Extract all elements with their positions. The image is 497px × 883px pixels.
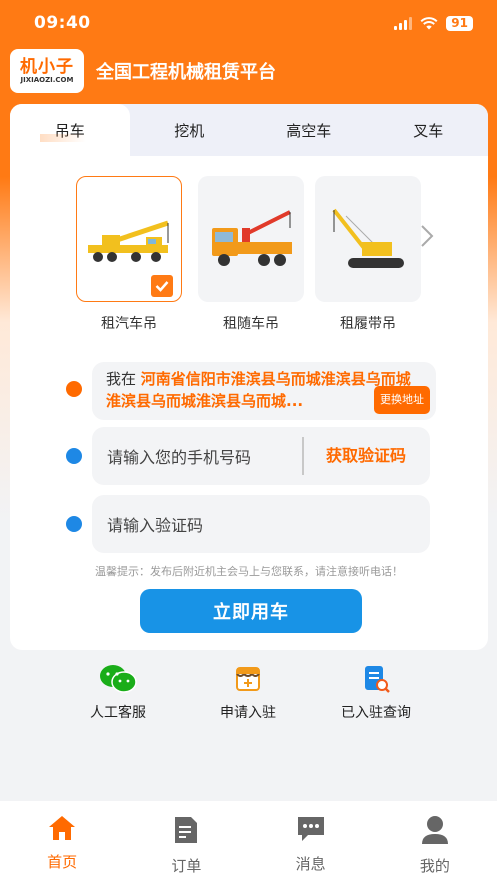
tab-excavator[interactable]: 挖机 [130, 104, 250, 156]
logo-text: 机小子 [20, 56, 74, 77]
address-text: 河南省信阳市淮滨县乌而城淮滨县乌而城淮滨县乌而城淮滨县乌而城... [106, 370, 411, 410]
profile-icon [421, 816, 448, 844]
apply-join-button[interactable]: 申请入驻 [188, 662, 308, 722]
tab-aerial-platform[interactable]: 高空车 [249, 104, 369, 156]
shortcut-label: 人工客服 [90, 705, 146, 721]
battery-indicator: 91 [446, 15, 473, 31]
address-display[interactable]: 我在 河南省信阳市淮滨县乌而城淮滨县乌而城淮滨县乌而城淮滨县乌而城... 更换地… [92, 362, 436, 420]
bottom-tab-bar: 首页 订单 消息 我的 [0, 801, 497, 883]
truck-crane-icon [88, 220, 169, 262]
rental-card: 吊车 挖机 高空车 叉车 租汽车吊 租随车吊 租履带吊 我在 河南省信阳市淮滨县… [10, 104, 488, 650]
phone-dot-icon [66, 448, 82, 464]
tabbar-messages[interactable]: 消息 [249, 801, 373, 883]
submit-button[interactable]: 立即用车 [140, 589, 362, 633]
machine-image [315, 176, 421, 302]
customer-service-button[interactable]: 人工客服 [58, 662, 178, 722]
logo-domain: JIXIAOZI.COM [20, 75, 74, 84]
location-dot-icon [66, 381, 82, 397]
machine-image [198, 176, 304, 302]
tab-label: 吊车 [54, 121, 85, 140]
home-icon [49, 816, 76, 840]
crawler-crane-icon [332, 208, 404, 268]
joined-query-button[interactable]: 已入驻查询 [316, 662, 436, 722]
status-time: 09:40 [34, 13, 91, 33]
address-prefix: 我在 [106, 370, 137, 388]
tabbar-label: 订单 [171, 857, 202, 875]
app-header: 机小子 JIXIAOZI.COM 全国工程机械租赁平台 [10, 48, 276, 94]
machine-image [76, 176, 182, 302]
tabbar-label: 首页 [47, 853, 78, 871]
tabbar-profile[interactable]: 我的 [373, 801, 497, 883]
tabbar-label: 消息 [295, 855, 326, 873]
code-dot-icon [66, 516, 82, 532]
code-row: 请输入验证码 [10, 495, 488, 553]
machine-type-truck-mounted-crane[interactable]: 租随车吊 [198, 176, 304, 333]
wifi-icon [420, 16, 438, 29]
tab-label: 挖机 [174, 121, 205, 140]
order-icon [175, 817, 198, 843]
status-indicators: 91 [394, 15, 473, 31]
page-title: 全国工程机械租赁平台 [96, 62, 276, 83]
query-icon [316, 662, 436, 696]
tabbar-home[interactable]: 首页 [0, 801, 124, 883]
tabbar-orders[interactable]: 订单 [124, 801, 248, 883]
tabbar-label: 我的 [419, 857, 450, 875]
address-row: 我在 河南省信阳市淮滨县乌而城淮滨县乌而城淮滨县乌而城淮滨县乌而城... 更换地… [10, 362, 488, 420]
machine-type-label: 租汽车吊 [101, 316, 157, 332]
tab-label: 叉车 [413, 121, 444, 140]
field-divider [302, 437, 304, 475]
phone-row: 请输入您的手机号码 获取验证码 [10, 427, 488, 485]
status-bar: 09:40 91 [0, 0, 497, 46]
machine-type-truck-crane[interactable]: 租汽车吊 [76, 176, 182, 333]
app-logo: 机小子 JIXIAOZI.COM [10, 49, 84, 93]
warm-tip: 温馨提示：发布后附近机主会马上与您联系，请注意接听电话！ [95, 565, 403, 578]
message-icon [297, 817, 324, 841]
wechat-icon [58, 662, 178, 696]
signal-icon [394, 16, 413, 30]
shortcut-label: 已入驻查询 [341, 705, 411, 721]
shop-icon [188, 662, 308, 696]
machine-type-list: 租汽车吊 租随车吊 租履带吊 [10, 176, 488, 336]
machine-type-crawler-crane[interactable]: 租履带吊 [315, 176, 421, 333]
get-code-button[interactable]: 获取验证码 [326, 427, 406, 485]
shortcut-label: 申请入驻 [220, 705, 276, 721]
category-tabs: 吊车 挖机 高空车 叉车 [10, 104, 488, 156]
code-input[interactable]: 请输入验证码 [92, 495, 430, 553]
chevron-right-icon[interactable] [420, 224, 434, 248]
truck-mounted-crane-icon [212, 210, 292, 266]
tab-crane[interactable]: 吊车 [10, 104, 130, 156]
shortcut-bar: 人工客服 申请入驻 已入驻查询 [0, 662, 497, 732]
checkmark-icon [151, 275, 173, 297]
tab-label: 高空车 [286, 121, 332, 140]
tab-forklift[interactable]: 叉车 [369, 104, 489, 156]
machine-type-label: 租随车吊 [223, 316, 279, 332]
machine-type-label: 租履带吊 [340, 316, 396, 332]
change-address-button[interactable]: 更换地址 [374, 386, 430, 414]
